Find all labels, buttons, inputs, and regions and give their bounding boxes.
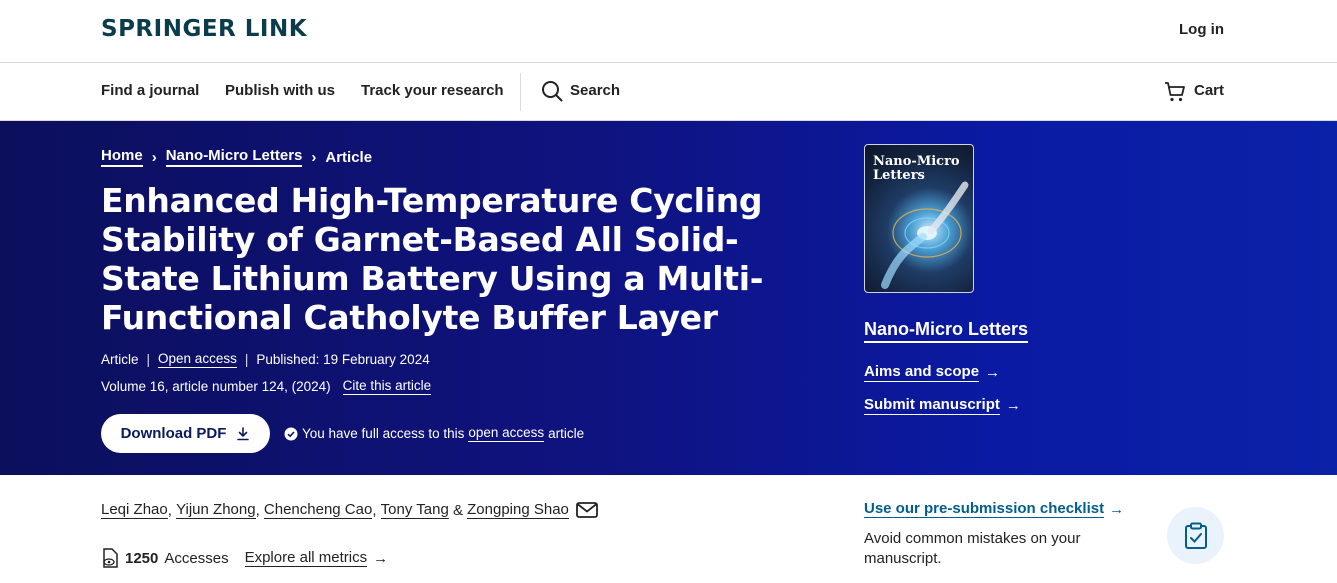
chevron-right-icon: › bbox=[311, 148, 317, 166]
author-link[interactable]: Chencheng Cao bbox=[263, 501, 373, 519]
accesses-label: Accesses bbox=[164, 549, 229, 567]
aims-scope-link[interactable]: Aims and scope → bbox=[864, 363, 1000, 382]
meta-separator: | bbox=[244, 352, 249, 367]
checklist-link-label: Use our pre-submission checklist bbox=[864, 500, 1105, 518]
access-notice: You have full access to this open access… bbox=[284, 425, 584, 442]
author-link[interactable]: Tony Tang bbox=[380, 501, 449, 519]
aims-scope-label: Aims and scope bbox=[864, 363, 980, 382]
author-separator: , bbox=[167, 501, 177, 519]
checklist-description: Avoid common mistakes on your manuscript… bbox=[864, 530, 1081, 567]
explore-metrics-link[interactable]: Explore all metrics bbox=[244, 549, 368, 567]
article-type: Article bbox=[101, 352, 139, 367]
published-date: Published: 19 February 2024 bbox=[256, 352, 430, 367]
nav-track-research[interactable]: Track your research bbox=[361, 82, 504, 99]
access-suffix: article bbox=[548, 426, 585, 441]
top-header: SPRINGER LINK Log in bbox=[0, 0, 1337, 63]
volume-info: Volume 16, article number 124, (2024) bbox=[101, 379, 331, 394]
accesses-count: 1250 bbox=[125, 549, 159, 567]
cart-icon[interactable] bbox=[1164, 81, 1186, 103]
author-separator: , bbox=[372, 501, 381, 519]
arrow-right-icon: → bbox=[1109, 500, 1125, 518]
search-button[interactable]: Search bbox=[570, 82, 620, 99]
access-prefix: You have full access to this bbox=[302, 426, 465, 441]
breadcrumb-home[interactable]: Home bbox=[101, 147, 143, 167]
author-link[interactable]: Leqi Zhao bbox=[101, 501, 168, 519]
author-list: Leqi Zhao, Yijun Zhong, Chencheng Cao, T… bbox=[101, 501, 598, 519]
clipboard-check-icon bbox=[1184, 522, 1207, 549]
access-open-access-link[interactable]: open access bbox=[468, 425, 545, 442]
author-link[interactable]: Zongping Shao bbox=[467, 501, 569, 519]
article-title: Enhanced High-Temperature Cycling Stabil… bbox=[101, 181, 764, 337]
login-link[interactable]: Log in bbox=[1179, 21, 1224, 38]
cite-article-link[interactable]: Cite this article bbox=[342, 378, 432, 395]
article-hero: Home › Nano-Micro Letters › Article Enha… bbox=[0, 121, 1337, 475]
nav-divider bbox=[520, 73, 521, 111]
check-circle-icon bbox=[284, 427, 298, 440]
arrow-right-icon: → bbox=[985, 364, 1001, 381]
submit-manuscript-label: Submit manuscript bbox=[864, 396, 1000, 415]
main-nav: Find a journal Publish with us Track you… bbox=[0, 63, 1337, 121]
arrow-right-icon: → bbox=[373, 549, 389, 567]
cover-artwork bbox=[881, 181, 969, 289]
breadcrumb-current: Article bbox=[325, 148, 373, 166]
open-access-link[interactable]: Open access bbox=[158, 351, 237, 368]
download-pdf-label: Download PDF bbox=[120, 425, 227, 442]
cart-link[interactable]: Cart bbox=[1194, 82, 1224, 99]
checklist-badge bbox=[1167, 507, 1224, 564]
journal-name-link[interactable]: Nano-Micro Letters bbox=[864, 319, 1029, 343]
breadcrumb-journal[interactable]: Nano-Micro Letters bbox=[165, 147, 303, 167]
mail-icon[interactable] bbox=[575, 501, 598, 519]
metrics-row: 1250 Accesses Explore all metrics → bbox=[101, 548, 388, 568]
download-icon bbox=[237, 426, 250, 440]
search-icon[interactable] bbox=[541, 80, 563, 102]
chevron-right-icon: › bbox=[151, 148, 157, 166]
article-meta: Article | Open access | Published: 19 Fe… bbox=[101, 351, 430, 368]
breadcrumb: Home › Nano-Micro Letters › Article bbox=[101, 147, 372, 167]
springer-link-logo[interactable]: SPRINGER LINK bbox=[101, 16, 307, 42]
accesses-icon bbox=[103, 548, 118, 568]
submit-manuscript-link[interactable]: Submit manuscript → bbox=[864, 396, 1021, 415]
journal-cover-image[interactable]: Nano-Micro Letters bbox=[864, 144, 974, 293]
author-separator: , bbox=[255, 501, 264, 519]
download-pdf-button[interactable]: Download PDF bbox=[101, 414, 270, 453]
nav-find-journal[interactable]: Find a journal bbox=[101, 82, 199, 99]
meta-separator: | bbox=[146, 352, 151, 367]
author-link[interactable]: Yijun Zhong bbox=[176, 501, 256, 519]
pre-submission-checklist-link[interactable]: Use our pre-submission checklist → bbox=[864, 500, 1124, 518]
nav-publish-with-us[interactable]: Publish with us bbox=[225, 82, 335, 99]
author-separator: & bbox=[448, 501, 468, 519]
arrow-right-icon: → bbox=[1005, 397, 1021, 414]
article-volume-row: Volume 16, article number 124, (2024) Ci… bbox=[101, 378, 432, 395]
